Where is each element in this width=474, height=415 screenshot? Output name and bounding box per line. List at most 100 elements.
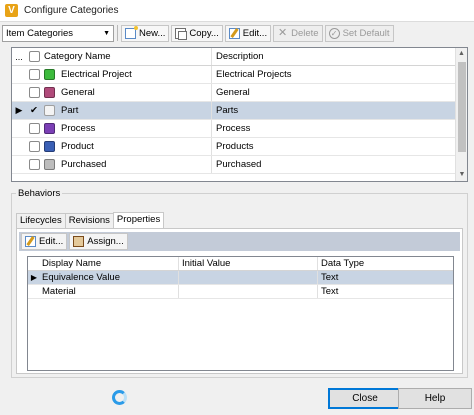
category-name-cell: Process [42, 120, 212, 137]
new-document-icon [125, 25, 138, 39]
row-checkbox[interactable] [26, 69, 42, 80]
check-circle-icon: ✓ [328, 27, 340, 39]
category-name-text: Product [61, 141, 94, 152]
new-button[interactable]: New... [121, 24, 170, 42]
table-row[interactable]: Purchased Purchased [12, 156, 456, 174]
table-row-selected[interactable]: ▶ ✔ Part Parts [12, 102, 456, 120]
table-row-selected[interactable]: ▶ Equivalence Value Text [28, 271, 453, 285]
checkbox-box [28, 159, 40, 170]
category-name-cell: Purchased [42, 156, 212, 173]
row-checkbox[interactable] [26, 141, 42, 152]
initial-value-header[interactable]: Initial Value [179, 257, 318, 270]
description-cell: Purchased [216, 159, 262, 170]
properties-grid: Display Name Initial Value Data Type ▶ E… [27, 256, 454, 371]
data-type-header[interactable]: Data Type [318, 257, 453, 270]
set-default-button-label: Set Default [342, 27, 390, 39]
display-name-cell: Equivalence Value [40, 271, 179, 284]
behaviors-tabs: Lifecycles Revisions Properties [16, 212, 165, 228]
display-name-header[interactable]: Display Name [40, 257, 179, 270]
row-indicator-header: ... [15, 51, 23, 62]
checkbox-box [28, 69, 40, 80]
category-type-value: Item Categories [6, 27, 74, 39]
delete-button[interactable]: ✕ Delete [273, 24, 323, 42]
table-row[interactable]: Electrical Project Electrical Projects [12, 66, 456, 84]
behaviors-group: Behaviors Lifecycles Revisions Propertie… [11, 188, 468, 378]
table-row[interactable]: Process Process [12, 120, 456, 138]
properties-toolbar: Edit... Assign... [19, 232, 460, 251]
description-cell: General [216, 87, 250, 98]
copy-button-label: Copy... [189, 27, 219, 39]
description-cell: Electrical Projects [216, 69, 292, 80]
initial-value-cell[interactable] [179, 285, 318, 298]
help-button[interactable]: Help [398, 388, 472, 409]
tab-lifecycles[interactable]: Lifecycles [16, 213, 66, 228]
window-title: Configure Categories [24, 5, 119, 16]
copy-icon [175, 27, 188, 40]
category-color-swatch [44, 69, 55, 80]
select-all-checkbox[interactable] [26, 51, 42, 62]
vertical-scrollbar[interactable]: ▲ ▼ [455, 48, 467, 181]
close-button[interactable]: Close [328, 388, 402, 409]
table-row[interactable]: General General [12, 84, 456, 102]
description-cell: Process [216, 123, 251, 134]
property-edit-label: Edit... [39, 236, 64, 247]
delete-button-label: Delete [291, 27, 319, 39]
category-name-header[interactable]: Category Name [42, 48, 212, 65]
category-name-cell: General [42, 84, 212, 101]
category-name-cell: Electrical Project [42, 66, 212, 83]
set-default-button[interactable]: ✓ Set Default [324, 24, 394, 42]
category-color-swatch [44, 159, 55, 170]
row-checkbox[interactable] [26, 123, 42, 134]
toolbar-separator [117, 25, 118, 41]
row-checkmark-icon[interactable]: ✔ [26, 105, 42, 116]
main-toolbar: Item Categories ▼ New... Copy... Edit...… [0, 23, 474, 43]
assign-button[interactable]: Assign... [69, 233, 128, 250]
category-name-cell: Part [42, 102, 212, 119]
row-checkbox[interactable] [26, 159, 42, 170]
table-row[interactable]: Product Products [12, 138, 456, 156]
categories-grid: ... Category Name Description Electrical… [11, 47, 468, 182]
category-name-text: General [61, 87, 95, 98]
table-row[interactable]: Material Text [28, 285, 453, 299]
chevron-down-icon: ▼ [103, 29, 110, 37]
category-type-dropdown[interactable]: Item Categories ▼ [2, 24, 114, 42]
data-type-cell: Text [321, 286, 339, 297]
category-color-swatch [44, 141, 55, 152]
data-type-cell: Text [321, 272, 339, 283]
edit-pencil-icon [228, 27, 240, 39]
description-header[interactable]: Description [212, 48, 456, 65]
scroll-down-icon[interactable]: ▼ [456, 169, 467, 181]
loading-spinner-icon [112, 390, 127, 405]
edit-pencil-icon [25, 236, 36, 247]
edit-button[interactable]: Edit... [224, 24, 272, 42]
assign-icon [73, 236, 85, 247]
new-button-label: New... [139, 27, 166, 39]
category-name-text: Process [61, 123, 96, 134]
tab-revisions[interactable]: Revisions [64, 213, 114, 228]
checkbox-box [28, 87, 40, 98]
assign-button-label: Assign... [87, 236, 124, 247]
category-color-swatch [44, 105, 55, 116]
tab-properties[interactable]: Properties [112, 212, 165, 228]
checkbox-box [28, 123, 40, 134]
properties-tab-panel: Edit... Assign... Display Name Initial V… [16, 228, 463, 374]
category-name-text: Electrical Project [61, 69, 132, 80]
category-color-swatch [44, 123, 55, 134]
categories-header-row: ... Category Name Description [12, 48, 456, 66]
description-cell: Parts [216, 105, 239, 116]
category-name-text: Part [61, 105, 79, 116]
description-cell: Products [216, 141, 254, 152]
category-color-swatch [44, 87, 55, 98]
property-edit-button[interactable]: Edit... [21, 233, 68, 250]
checkbox-box [28, 51, 40, 62]
scroll-up-icon[interactable]: ▲ [456, 48, 467, 60]
row-checkbox[interactable] [26, 87, 42, 98]
properties-header-row: Display Name Initial Value Data Type [28, 257, 453, 271]
app-logo-icon: V [5, 4, 18, 17]
copy-button[interactable]: Copy... [171, 24, 223, 42]
checkbox-box [28, 141, 40, 152]
initial-value-cell[interactable] [179, 271, 318, 284]
current-row-arrow-icon: ▶ [15, 105, 23, 115]
edit-button-label: Edit... [242, 27, 268, 39]
scrollbar-thumb[interactable] [458, 62, 466, 152]
